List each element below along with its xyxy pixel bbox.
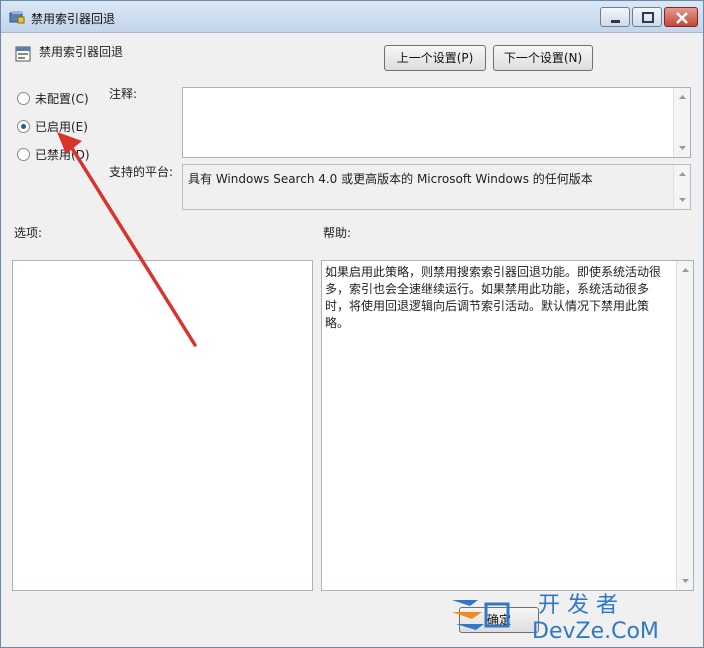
policy-window: 禁用索引器回退 禁用索引器回退 上一个设置(P) 下一个设置(N) 未配置(C)	[0, 0, 704, 648]
comment-label: 注释:	[109, 87, 138, 101]
watermark-line1: 开 发 者	[538, 593, 618, 618]
radio-enabled[interactable]: 已启用(E)	[17, 118, 88, 135]
radio-label: 已禁用(D)	[35, 148, 90, 162]
previous-setting-button[interactable]: 上一个设置(P)	[384, 45, 486, 71]
scroll-down-icon[interactable]	[674, 193, 691, 207]
maximize-icon	[642, 12, 654, 23]
platform-field: 具有 Windows Search 4.0 或更高版本的 Microsoft W…	[182, 164, 691, 210]
radio-disabled[interactable]: 已禁用(D)	[17, 146, 90, 163]
minimize-icon	[611, 20, 620, 23]
platform-scrollbar[interactable]	[673, 165, 690, 209]
scroll-up-icon[interactable]	[674, 90, 691, 104]
help-pane: 如果启用此策略，则禁用搜索索引器回退功能。即使系统活动很多，索引也会全速继续运行…	[321, 260, 694, 591]
radio-button[interactable]	[17, 148, 30, 161]
platform-value: 具有 Windows Search 4.0 或更高版本的 Microsoft W…	[188, 172, 593, 186]
options-section-label: 选项:	[14, 226, 43, 240]
options-pane	[12, 260, 313, 591]
close-icon	[676, 12, 688, 24]
policy-title: 禁用索引器回退	[39, 45, 124, 59]
watermark-line2: DevZe.CoM	[532, 619, 659, 642]
comment-scrollbar[interactable]	[673, 88, 690, 157]
window-title: 禁用索引器回退	[31, 12, 116, 26]
radio-label: 已启用(E)	[35, 120, 88, 134]
help-section-label: 帮助:	[323, 226, 352, 240]
scroll-up-icon[interactable]	[674, 167, 691, 181]
next-setting-button[interactable]: 下一个设置(N)	[493, 45, 593, 71]
minimize-button[interactable]	[600, 7, 630, 27]
radio-label: 未配置(C)	[35, 92, 89, 106]
policy-editor-icon	[9, 11, 25, 24]
scroll-down-icon[interactable]	[677, 574, 694, 588]
window-controls	[598, 7, 698, 27]
scroll-up-icon[interactable]	[677, 263, 694, 277]
title-bar[interactable]: 禁用索引器回退	[1, 1, 703, 33]
scroll-down-icon[interactable]	[674, 141, 691, 155]
radio-not-configured[interactable]: 未配置(C)	[17, 90, 89, 107]
radio-button[interactable]	[17, 92, 30, 105]
maximize-button[interactable]	[632, 7, 662, 27]
help-scrollbar[interactable]	[676, 261, 693, 590]
close-button[interactable]	[664, 7, 698, 27]
platform-label: 支持的平台:	[109, 165, 174, 179]
policy-setting-icon	[15, 46, 31, 62]
radio-button[interactable]	[17, 120, 30, 133]
help-text: 如果启用此策略，则禁用搜索索引器回退功能。即使系统活动很多，索引也会全速继续运行…	[325, 265, 662, 330]
devze-watermark-logo: 开 发 者 DevZe.CoM	[452, 593, 659, 642]
comment-textarea[interactable]	[182, 87, 691, 158]
